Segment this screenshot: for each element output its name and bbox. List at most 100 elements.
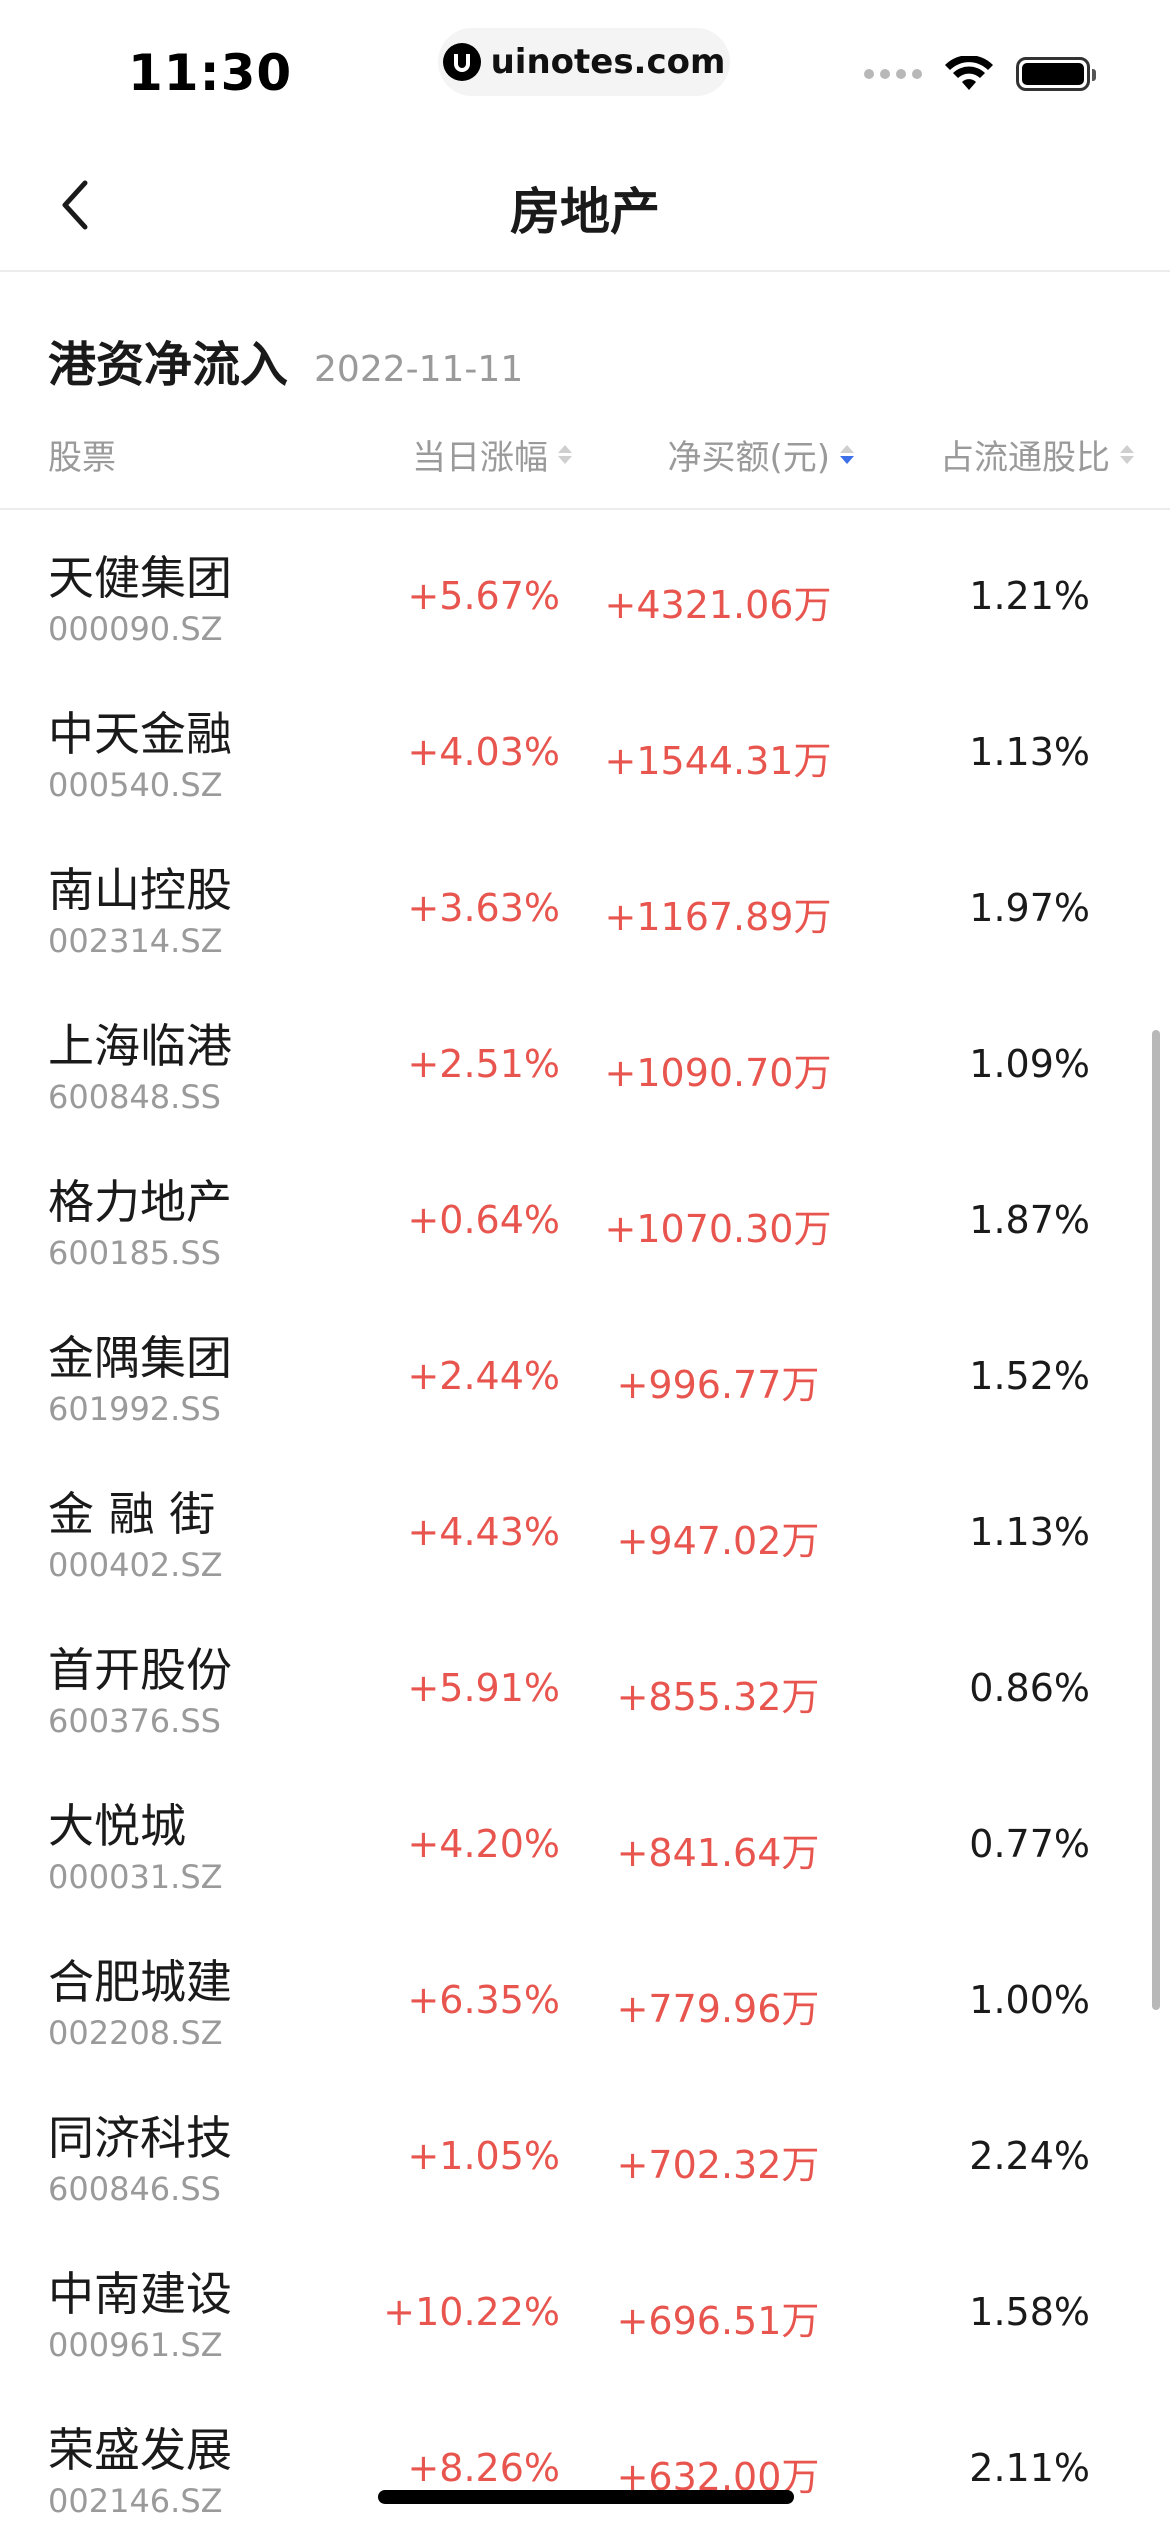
stock-name: 大悦城 bbox=[48, 1799, 186, 1853]
scrollbar[interactable] bbox=[1152, 1030, 1160, 2010]
net-buy-amount: +1090.70万 bbox=[604, 1051, 832, 1095]
stock-code: 000031.SZ bbox=[48, 1858, 223, 1896]
stock-name: 合肥城建 bbox=[48, 1955, 232, 2009]
daily-change: +8.26% bbox=[407, 2446, 560, 2490]
nav-bar: 房地产 bbox=[0, 140, 1170, 272]
stock-code: 000090.SZ bbox=[48, 610, 223, 648]
section-date: 2022-11-11 bbox=[314, 349, 524, 390]
url-pill[interactable]: uinotes.com bbox=[438, 28, 730, 96]
daily-change: +3.63% bbox=[407, 886, 560, 930]
sort-arrows-icon bbox=[1120, 445, 1134, 464]
net-buy-amount: +1070.30万 bbox=[604, 1207, 832, 1251]
stock-code: 000540.SZ bbox=[48, 766, 223, 804]
column-header-net-buy-label: 净买额(元) bbox=[667, 438, 830, 478]
daily-change: +1.05% bbox=[407, 2134, 560, 2178]
stock-name: 中南建设 bbox=[48, 2267, 232, 2321]
stock-code: 002208.SZ bbox=[48, 2014, 223, 2052]
cellular-signal-icon bbox=[864, 69, 922, 79]
stock-name: 南山控股 bbox=[48, 863, 232, 917]
column-header-net-buy[interactable]: 净买额(元) bbox=[667, 430, 854, 479]
sort-arrows-icon bbox=[558, 445, 572, 464]
table-row[interactable]: 合肥城建 002208.SZ +6.35% +779.96万 1.00% bbox=[0, 1914, 1170, 2070]
net-buy-amount: +855.32万 bbox=[616, 1675, 820, 1719]
daily-change: +10.22% bbox=[383, 2290, 560, 2334]
table-row[interactable]: 格力地产 600185.SS +0.64% +1070.30万 1.87% bbox=[0, 1134, 1170, 1290]
stock-name: 首开股份 bbox=[48, 1643, 232, 1697]
net-buy-amount: +996.77万 bbox=[616, 1363, 820, 1407]
stock-name: 金隅集团 bbox=[48, 1331, 232, 1385]
column-header-stock: 股票 bbox=[48, 430, 116, 479]
table-row[interactable]: 首开股份 600376.SS +5.91% +855.32万 0.86% bbox=[0, 1602, 1170, 1758]
daily-change: +2.44% bbox=[407, 1354, 560, 1398]
float-share-ratio: 1.21% bbox=[969, 574, 1090, 618]
column-header-change-label: 当日涨幅 bbox=[412, 438, 548, 478]
stock-name: 中天金融 bbox=[48, 707, 232, 761]
float-share-ratio: 1.52% bbox=[969, 1354, 1090, 1398]
table-row[interactable]: 中南建设 000961.SZ +10.22% +696.51万 1.58% bbox=[0, 2226, 1170, 2382]
status-icons bbox=[864, 56, 1096, 92]
stock-name: 金 融 街 bbox=[48, 1487, 216, 1541]
table-row[interactable]: 南山控股 002314.SZ +3.63% +1167.89万 1.97% bbox=[0, 822, 1170, 978]
stock-list: 天健集团 000090.SZ +5.67% +4321.06万 1.21% 中天金融 000… bbox=[0, 510, 1170, 2538]
sort-arrows-icon bbox=[840, 445, 854, 464]
stock-name: 天健集团 bbox=[48, 551, 232, 605]
float-share-ratio: 1.97% bbox=[969, 886, 1090, 930]
stock-code: 002314.SZ bbox=[48, 922, 223, 960]
column-header-ratio[interactable]: 占流通股比 bbox=[940, 430, 1134, 479]
stock-name: 上海临港 bbox=[48, 1019, 232, 1073]
column-header-stock-label: 股票 bbox=[48, 438, 116, 478]
page-title: 房地产 bbox=[510, 183, 660, 241]
daily-change: +0.64% bbox=[407, 1198, 560, 1242]
url-text: uinotes.com bbox=[490, 42, 726, 82]
status-time: 11:30 bbox=[128, 44, 293, 102]
net-buy-amount: +779.96万 bbox=[616, 1987, 820, 2031]
daily-change: +4.20% bbox=[407, 1822, 560, 1866]
table-header: 股票 当日涨幅 净买额(元) 占流通股比 bbox=[0, 420, 1170, 510]
float-share-ratio: 2.24% bbox=[969, 2134, 1090, 2178]
uinotes-logo-icon bbox=[442, 43, 481, 81]
table-row[interactable]: 中天金融 000540.SZ +4.03% +1544.31万 1.13% bbox=[0, 666, 1170, 822]
stock-code: 600848.SS bbox=[48, 1078, 221, 1116]
stock-name: 格力地产 bbox=[48, 1175, 232, 1229]
stock-code: 002146.SZ bbox=[48, 2482, 223, 2520]
net-buy-amount: +696.51万 bbox=[616, 2299, 820, 2343]
stock-code: 000961.SZ bbox=[48, 2326, 223, 2364]
stock-name: 荣盛发展 bbox=[48, 2423, 232, 2477]
table-row[interactable]: 上海临港 600848.SS +2.51% +1090.70万 1.09% bbox=[0, 978, 1170, 1134]
table-row[interactable]: 天健集团 000090.SZ +5.67% +4321.06万 1.21% bbox=[0, 510, 1170, 666]
section-header: 港资净流入 2022-11-11 bbox=[48, 325, 523, 395]
float-share-ratio: 1.09% bbox=[969, 1042, 1090, 1086]
net-buy-amount: +702.32万 bbox=[616, 2143, 820, 2187]
table-row[interactable]: 金隅集团 601992.SS +2.44% +996.77万 1.52% bbox=[0, 1290, 1170, 1446]
float-share-ratio: 1.13% bbox=[969, 730, 1090, 774]
float-share-ratio: 0.77% bbox=[969, 1822, 1090, 1866]
table-row[interactable]: 荣盛发展 002146.SZ +8.26% +632.00万 2.11% bbox=[0, 2382, 1170, 2538]
float-share-ratio: 2.11% bbox=[969, 2446, 1090, 2490]
daily-change: +5.91% bbox=[407, 1666, 560, 1710]
daily-change: +4.43% bbox=[407, 1510, 560, 1554]
net-buy-amount: +947.02万 bbox=[616, 1519, 820, 1563]
column-header-change[interactable]: 当日涨幅 bbox=[412, 430, 572, 479]
net-buy-amount: +1544.31万 bbox=[604, 739, 832, 783]
float-share-ratio: 1.00% bbox=[969, 1978, 1090, 2022]
stock-code: 000402.SZ bbox=[48, 1546, 223, 1584]
table-row[interactable]: 同济科技 600846.SS +1.05% +702.32万 2.24% bbox=[0, 2070, 1170, 2226]
stock-code: 600846.SS bbox=[48, 2170, 221, 2208]
stock-code: 600376.SS bbox=[48, 1702, 221, 1740]
status-bar: 11:30 uinotes.com bbox=[0, 0, 1170, 140]
daily-change: +5.67% bbox=[407, 574, 560, 618]
column-header-ratio-label: 占流通股比 bbox=[940, 438, 1110, 478]
home-indicator[interactable] bbox=[378, 2490, 794, 2504]
table-row[interactable]: 大悦城 000031.SZ +4.20% +841.64万 0.77% bbox=[0, 1758, 1170, 1914]
float-share-ratio: 1.58% bbox=[969, 2290, 1090, 2334]
table-row[interactable]: 金 融 街 000402.SZ +4.43% +947.02万 1.13% bbox=[0, 1446, 1170, 1602]
net-buy-amount: +4321.06万 bbox=[604, 583, 832, 627]
daily-change: +6.35% bbox=[407, 1978, 560, 2022]
float-share-ratio: 1.87% bbox=[969, 1198, 1090, 1242]
stock-code: 600185.SS bbox=[48, 1234, 221, 1272]
battery-icon bbox=[1016, 57, 1096, 91]
float-share-ratio: 1.13% bbox=[969, 1510, 1090, 1554]
wifi-icon bbox=[945, 56, 993, 90]
stock-name: 同济科技 bbox=[48, 2111, 232, 2165]
net-buy-amount: +1167.89万 bbox=[604, 895, 832, 939]
